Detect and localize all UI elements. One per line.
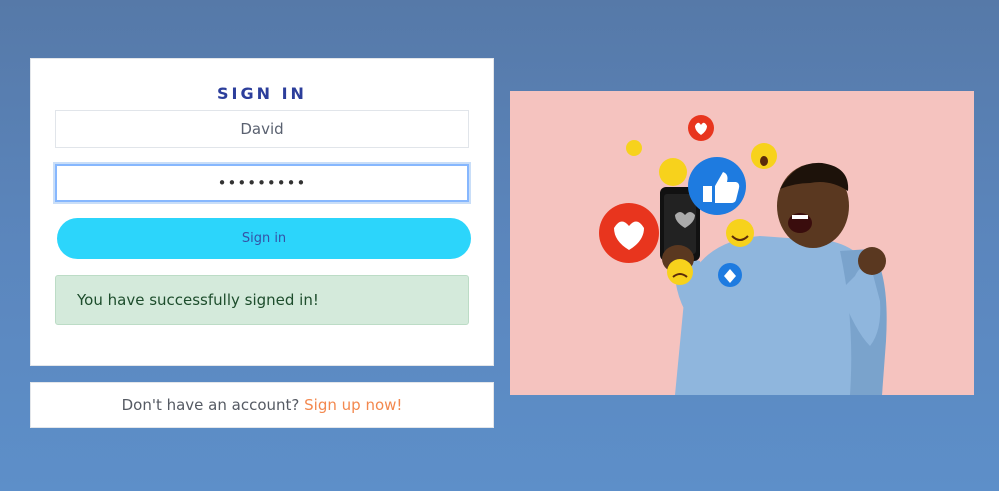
signup-prompt: Don't have an account?	[121, 396, 300, 414]
password-input[interactable]	[55, 164, 469, 202]
signin-button[interactable]: Sign in	[57, 218, 471, 259]
hero-illustration	[599, 115, 887, 395]
hero-image	[510, 91, 974, 395]
signin-title: SIGN IN	[217, 84, 307, 103]
signup-card: Don't have an account? Sign up now!	[30, 382, 494, 428]
username-input[interactable]	[55, 110, 469, 148]
signup-link[interactable]: Sign up now!	[304, 396, 402, 414]
success-alert: You have successfully signed in!	[55, 275, 469, 325]
